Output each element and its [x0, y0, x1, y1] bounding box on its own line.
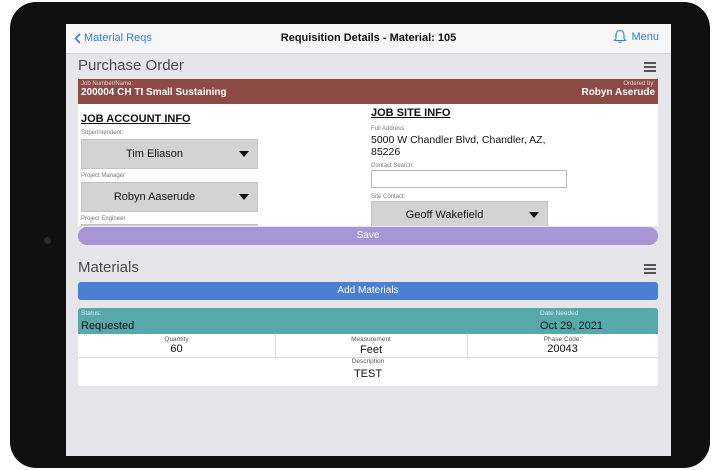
date-needed-label: Date Needed	[540, 310, 579, 317]
project-manager-label: Project Manager	[81, 173, 126, 179]
phase-code-value: 20043	[547, 343, 578, 355]
ordered-by-value: Robyn Aserude	[581, 87, 655, 98]
date-needed-value: Oct 29, 2021	[540, 320, 603, 332]
job-site-heading: JOB SITE INFO	[371, 107, 451, 119]
superintendent-select[interactable]: Tim Eliason	[81, 139, 258, 169]
job-banner: Job Number/Name: 200004 CH TI Small Sust…	[78, 79, 658, 104]
site-contact-label: Site Contact:	[371, 194, 406, 200]
project-engineer-label: Project Engineer	[81, 216, 126, 222]
job-info-panel: JOB ACCOUNT INFO Superintendent: Tim Eli…	[78, 104, 658, 226]
app-screen: Material Reqs Requisition Details - Mate…	[66, 24, 671, 456]
address-label: Full Address:	[371, 126, 406, 132]
phase-code-label: Phase Code:	[543, 336, 582, 343]
measurement-label: Measurement	[351, 336, 391, 343]
status-label: Status:	[81, 310, 102, 317]
project-manager-select[interactable]: Robyn Aaserude	[81, 182, 258, 212]
address-value: 5000 W Chandler Blvd, Chandler, AZ, 8522…	[371, 134, 546, 158]
add-materials-button[interactable]: Add Materials	[78, 282, 658, 300]
caret-down-icon	[529, 211, 539, 218]
materials-menu-icon[interactable]	[644, 264, 656, 274]
superintendent-label: Superintendent:	[81, 130, 124, 136]
quantity-value: 60	[170, 343, 183, 355]
purchase-order-title: Purchase Order	[78, 57, 184, 74]
purchase-order-menu-icon[interactable]	[644, 62, 656, 72]
contact-search-label: Contact Search:	[371, 163, 415, 169]
material-item[interactable]: Status: Requested Date Needed Oct 29, 20…	[78, 308, 658, 386]
material-status-bar: Status: Requested Date Needed Oct 29, 20…	[78, 308, 658, 334]
description-label: Description	[351, 358, 385, 365]
project-manager-value: Robyn Aaserude	[113, 191, 196, 203]
bell-icon	[613, 29, 628, 43]
job-number-value: 200004 CH TI Small Sustaining	[81, 87, 227, 98]
site-contact-value: Geoff Wakefield	[405, 208, 484, 221]
project-engineer-select[interactable]	[81, 224, 258, 226]
page-title: Requisition Details - Material: 105	[280, 32, 457, 44]
site-contact-select[interactable]: Geoff Wakefield	[371, 201, 548, 226]
tablet-frame: Material Reqs Requisition Details - Mate…	[10, 2, 710, 468]
contact-search-input[interactable]	[371, 170, 567, 188]
measurement-value: Feet	[359, 344, 382, 356]
materials-title: Materials	[78, 259, 139, 276]
caret-down-icon	[239, 151, 249, 157]
camera-dot	[44, 237, 51, 244]
menu-label: Menu	[631, 30, 659, 43]
save-button[interactable]: Save	[78, 227, 658, 245]
superintendent-value: Tim Eliason	[125, 148, 184, 160]
nav-bar: Material Reqs Requisition Details - Mate…	[66, 24, 671, 54]
status-value: Requested	[81, 320, 135, 332]
quantity-label: Quantity	[164, 336, 189, 343]
caret-down-icon	[239, 194, 249, 200]
menu-button[interactable]: Menu	[613, 29, 659, 44]
job-account-heading: JOB ACCOUNT INFO	[81, 113, 191, 125]
description-value: TEST	[353, 368, 383, 380]
